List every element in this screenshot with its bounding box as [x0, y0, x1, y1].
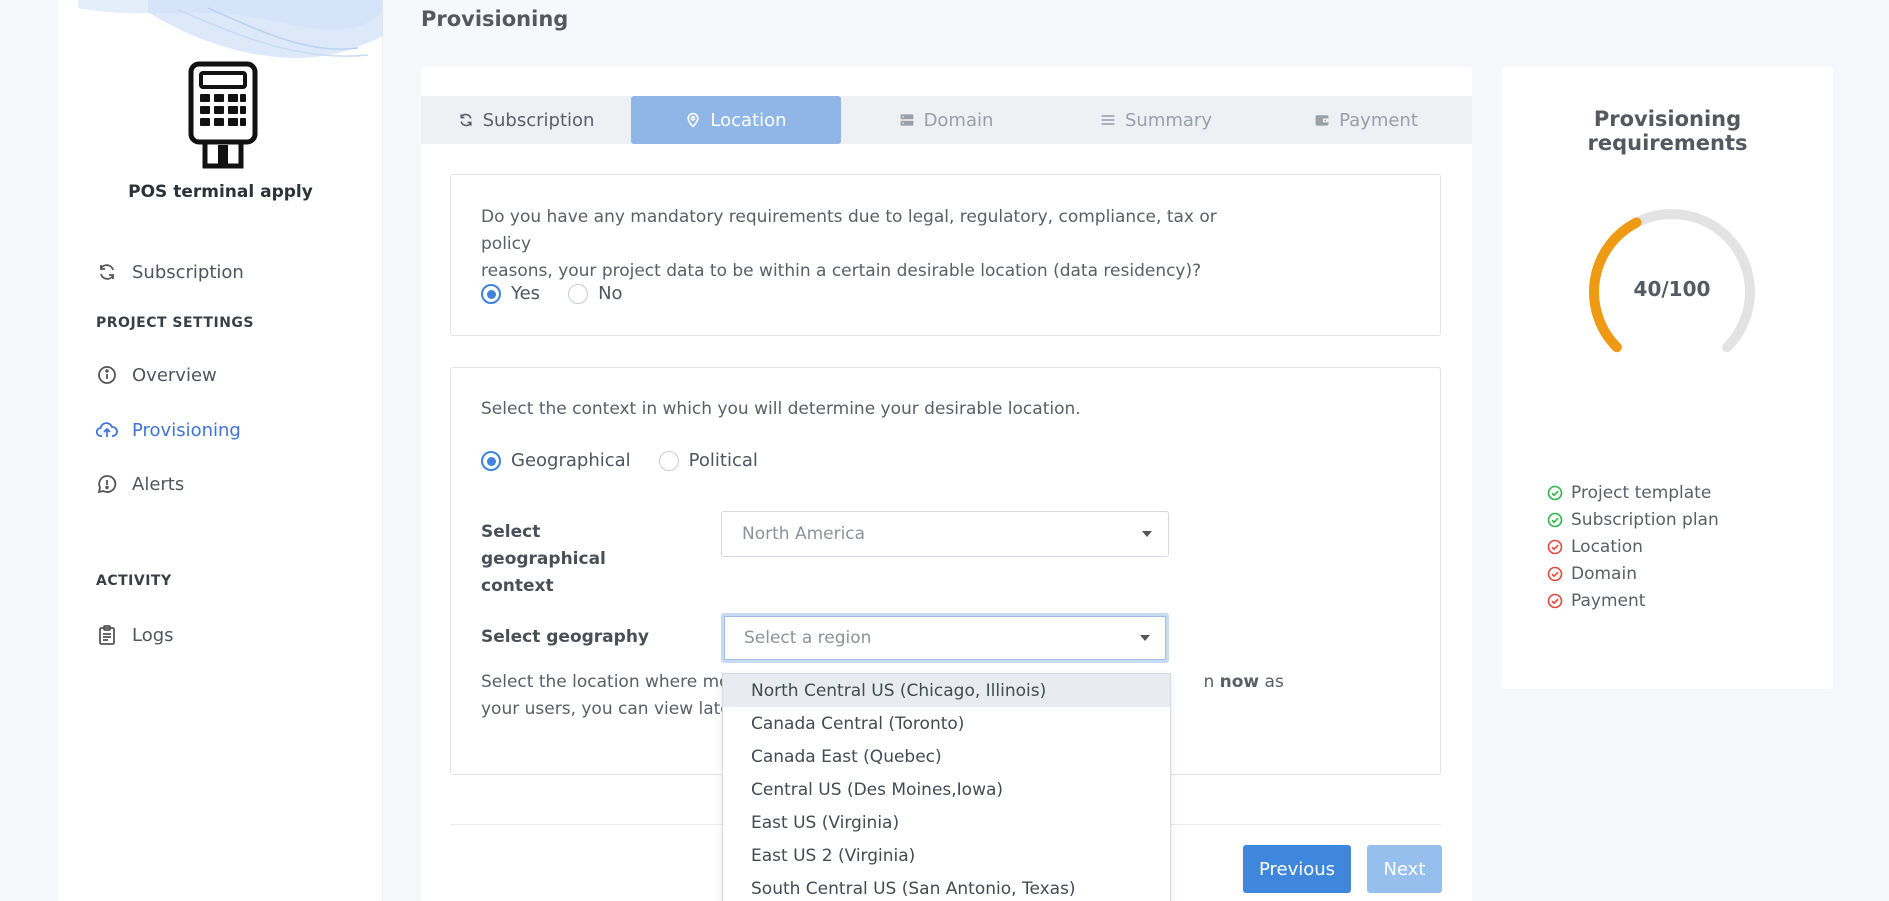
requirements-checklist: Project template Subscription plan Locatio… — [1547, 479, 1719, 614]
sidebar-item-label: Alerts — [132, 473, 185, 495]
radio-no[interactable] — [568, 283, 589, 304]
requirements-title-line2: requirements — [1587, 131, 1748, 155]
requirement-label: Domain — [1571, 563, 1637, 584]
requirement-label: Location — [1571, 536, 1643, 557]
requirement-item: Location — [1547, 533, 1719, 560]
tab-label: Domain — [923, 109, 994, 131]
radio-yes-label: Yes — [511, 283, 541, 304]
requirements-card: Provisioning requirements 40/100 Project… — [1502, 67, 1833, 689]
tab-payment[interactable]: Payment — [1261, 96, 1471, 144]
region-option[interactable]: South Central US (San Antonio, Texas) — [723, 872, 1170, 901]
radio-political[interactable] — [658, 450, 679, 471]
geo-context-value: North America — [742, 524, 866, 544]
sidebar-item-label: Subscription — [132, 261, 244, 283]
tab-domain[interactable]: Domain — [841, 96, 1051, 144]
context-radio-group: Geographical Political — [481, 450, 786, 471]
residency-question: Do you have any mandatory requirements d… — [481, 204, 1241, 285]
tab-label: Payment — [1339, 109, 1418, 131]
hint-bold: now — [1219, 672, 1260, 692]
region-option[interactable]: East US (Virginia) — [723, 806, 1170, 839]
requirements-title: Provisioning requirements — [1502, 107, 1833, 155]
section-project-settings: PROJECT SETTINGS — [96, 315, 254, 331]
requirement-label: Project template — [1571, 482, 1712, 503]
info-icon — [96, 364, 118, 386]
pending-circle-icon — [1547, 566, 1563, 582]
geography-select[interactable]: Select a region — [721, 613, 1169, 663]
region-option[interactable]: Canada Central (Toronto) — [723, 707, 1170, 740]
requirements-title-line1: Provisioning — [1593, 107, 1742, 131]
sidebar-item-label: Overview — [132, 364, 217, 386]
requirement-label: Payment — [1571, 590, 1646, 611]
sidebar-item-subscription[interactable]: Subscription — [96, 257, 244, 287]
hint-end: as — [1259, 672, 1284, 692]
requirement-item: Project template — [1547, 479, 1719, 506]
sidebar-item-label: Logs — [132, 624, 174, 646]
geography-label: Select geography — [481, 627, 650, 647]
refresh-icon — [458, 112, 474, 128]
previous-button[interactable]: Previous — [1243, 845, 1351, 893]
sidebar-item-alerts[interactable]: Alerts — [96, 469, 184, 499]
radio-no-label: No — [598, 283, 623, 304]
sidebar-item-label: Provisioning — [132, 419, 241, 441]
residency-question-line1: Do you have any mandatory requirements d… — [481, 207, 1217, 254]
geo-context-label: Select geographical context — [481, 522, 606, 596]
page-title: Provisioning — [421, 7, 569, 31]
residency-radio-group: Yes No — [481, 283, 651, 304]
requirement-item: Payment — [1547, 587, 1719, 614]
tab-summary[interactable]: Summary — [1051, 96, 1261, 144]
wallet-icon — [1314, 112, 1330, 128]
section-activity: ACTIVITY — [96, 573, 172, 589]
next-button[interactable]: Next — [1367, 845, 1442, 893]
chevron-down-icon — [1140, 635, 1150, 641]
chat-bubble-icon — [96, 473, 118, 495]
geography-placeholder: Select a region — [744, 628, 872, 648]
sidebar-item-overview[interactable]: Overview — [96, 360, 217, 390]
data-residency-panel: Do you have any mandatory requirements d… — [450, 174, 1441, 336]
requirement-label: Subscription plan — [1571, 509, 1719, 530]
tab-subscription[interactable]: Subscription — [421, 96, 631, 144]
region-dropdown-list: North Central US (Chicago, Illinois) Can… — [722, 673, 1171, 901]
chevron-down-icon — [1142, 531, 1152, 537]
map-pin-icon — [685, 112, 701, 128]
tab-label: Summary — [1125, 109, 1212, 131]
pos-terminal-icon — [183, 61, 263, 169]
refresh-icon — [96, 261, 118, 283]
sidebar: POS terminal apply Subscription PROJECT … — [58, 0, 383, 901]
region-option[interactable]: North Central US (Chicago, Illinois) — [723, 674, 1170, 707]
list-icon — [1100, 112, 1116, 128]
hint-mid: n — [1203, 672, 1215, 692]
pending-circle-icon — [1547, 539, 1563, 555]
pending-circle-icon — [1547, 593, 1563, 609]
context-prompt: Select the context in which you will det… — [481, 399, 1081, 419]
app-name: POS terminal apply — [128, 182, 313, 202]
region-option[interactable]: East US 2 (Virginia) — [723, 839, 1170, 872]
radio-geographical[interactable] — [481, 450, 501, 471]
region-option[interactable]: Canada East (Quebec) — [723, 740, 1170, 773]
sidebar-item-logs[interactable]: Logs — [96, 620, 174, 650]
region-option[interactable]: Central US (Des Moines,Iowa) — [723, 773, 1170, 806]
check-circle-icon — [1547, 485, 1563, 501]
residency-question-line2: reasons, your project data to be within … — [481, 261, 1202, 281]
progress-value: 40/100 — [1633, 277, 1711, 301]
tab-location[interactable]: Location — [631, 96, 841, 144]
tab-label: Location — [710, 109, 787, 131]
radio-yes[interactable] — [481, 283, 501, 304]
cloud-upload-icon — [96, 419, 118, 441]
server-icon — [899, 112, 915, 128]
requirement-item: Domain — [1547, 560, 1719, 587]
sidebar-item-provisioning[interactable]: Provisioning — [96, 415, 241, 445]
clipboard-icon — [96, 624, 118, 646]
wizard-tabs: Subscription Location Domain Summary Pay… — [421, 96, 1472, 144]
radio-political-label: Political — [688, 450, 758, 471]
check-circle-icon — [1547, 512, 1563, 528]
radio-geographical-label: Geographical — [511, 450, 631, 471]
requirement-item: Subscription plan — [1547, 506, 1719, 533]
tab-label: Subscription — [482, 109, 595, 131]
hint-start: Select the location where mos — [481, 672, 739, 692]
geo-context-select[interactable]: North America — [721, 511, 1169, 557]
